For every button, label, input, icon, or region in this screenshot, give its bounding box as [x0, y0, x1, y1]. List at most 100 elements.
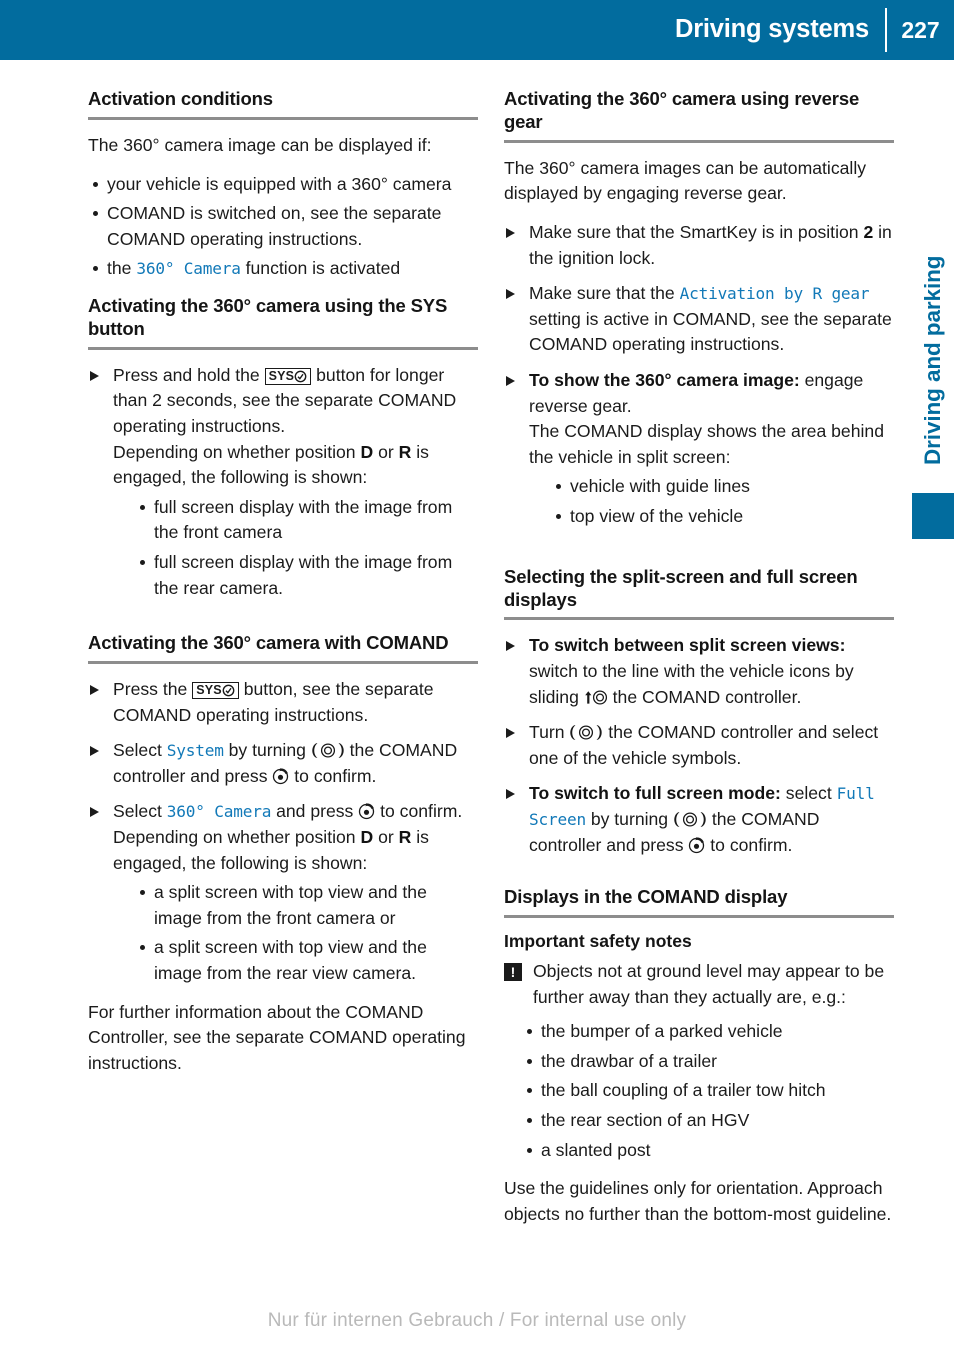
sys-button-steps: Press and hold the SYS button for longer… [88, 363, 478, 601]
list-item: vehicle with guide lines [551, 474, 894, 500]
sys-icon-label: SYS [196, 683, 222, 698]
sys-button-sub-list: full screen display with the image from … [113, 495, 478, 601]
sys-icon-clock-glyph [294, 370, 307, 383]
step-text-d: to confirm. [289, 765, 377, 786]
step-text-b: and press [271, 801, 359, 822]
bullet-text-post: function is activated [240, 258, 401, 279]
activation-conditions-intro: The 360° camera image can be displayed i… [88, 134, 432, 155]
step-item: Make sure that the SmartKey is in positi… [504, 220, 894, 271]
step-text-pre: Press and hold the [113, 364, 265, 385]
footer-watermark: Nur für internen Gebrauch / For internal… [267, 1310, 687, 1331]
step-item: To switch to full screen mode: select Fu… [504, 781, 894, 858]
chapter-side-tab-label: Driving and parking [920, 255, 945, 465]
section-heading-split-full-screen: Selecting the split-screen and full scre… [504, 565, 858, 610]
display-text-system: System [166, 741, 224, 761]
chapter-side-tab-marker [912, 493, 954, 539]
list-item: the ball coupling of a trailer tow hitch [522, 1078, 894, 1104]
slide-controller-icon [584, 690, 607, 705]
display-text-activation-by-r-gear: Activation by R gear [679, 284, 870, 304]
page-header-bar: Driving systems 227 [0, 0, 954, 60]
press-controller-icon [273, 768, 289, 784]
display-text-360-camera: 360° Camera [166, 802, 272, 822]
step-text-c: to confirm. [375, 801, 463, 822]
list-item: the 360° Camera function is activated [88, 256, 478, 282]
list-item: a split screen with top view and the ima… [135, 935, 478, 986]
step-text-pre: Press the [113, 679, 193, 700]
step-item: To switch between split screen views: sw… [504, 633, 894, 710]
step-text-a: Make sure that the SmartKey is in positi… [529, 222, 864, 243]
subheading-safety-notes: Important safety notes [504, 931, 692, 952]
heading-rule [88, 346, 478, 350]
list-item: COMAND is switched on, see the separate … [88, 201, 478, 252]
list-item: the drawbar of a trailer [522, 1049, 894, 1075]
press-controller-icon [359, 803, 375, 820]
reverse-gear-intro: The 360° camera images can be automatica… [504, 157, 867, 204]
step-text-line2: The COMAND display shows the area behind… [529, 421, 884, 467]
gear-position-d: D [360, 441, 374, 462]
section-heading-activation-conditions: Activation conditions [88, 88, 273, 109]
step-label-switch-full-screen: To switch to full screen mode: [529, 783, 781, 804]
step-text-a: select [780, 783, 837, 804]
heading-rule [88, 116, 478, 120]
step-text-a: Select [113, 801, 167, 822]
section-heading-comand-activation: Activating the 360° camera with COMAND [88, 632, 449, 654]
gear-position-d: D [360, 827, 374, 848]
step-item: Make sure that the Activation by R gear … [504, 281, 894, 358]
list-item: a split screen with top view and the ima… [135, 880, 478, 931]
sys-button-icon: SYS [264, 367, 312, 385]
step-item: Press and hold the SYS button for longer… [88, 363, 478, 601]
step-text-line2c: or [373, 441, 399, 462]
list-item: the rear section of an HGV [522, 1108, 894, 1134]
step-item: Select 360° Camera and press to confirm.… [88, 799, 478, 986]
sys-icon-clock-glyph [222, 684, 235, 697]
reverse-gear-steps: Make sure that the SmartKey is in positi… [504, 220, 894, 530]
step-text-line2a: Depending on whether position [113, 441, 361, 462]
step-item: Select System by turning the COMAND cont… [88, 738, 478, 789]
section-heading-reverse-gear: Activating the 360° camera using reverse… [504, 88, 860, 132]
display-text-360-camera: 360° Camera [136, 259, 241, 279]
list-item: your vehicle is equipped with a 360° cam… [88, 172, 478, 198]
safety-note: ! Objects not at ground level may appear … [504, 959, 894, 1010]
step-text-b: the COMAND controller. [607, 686, 802, 707]
split-full-screen-steps: To switch between split screen views: sw… [504, 633, 894, 858]
sys-icon-label: SYS [268, 368, 295, 383]
rotate-controller-icon [674, 812, 706, 827]
page-number: 227 [901, 16, 940, 43]
safety-note-text: Objects not at ground level may appear t… [533, 961, 885, 1007]
step-label-switch-split-views: To switch between split screen views: [529, 635, 846, 656]
step-text-a: Make sure that the [529, 283, 680, 304]
list-item: a slanted post [522, 1138, 894, 1164]
reverse-gear-sub-list: vehicle with guide lines top view of the… [529, 474, 894, 529]
safety-note-closing: Use the guidelines only for orientation.… [504, 1178, 892, 1224]
heading-rule [504, 139, 894, 143]
comand-activation-steps: Press the SYS button, see the separate C… [88, 677, 478, 987]
step-text-a: Turn [529, 722, 570, 743]
warning-icon: ! [504, 963, 522, 982]
comand-controller-note: For further information about the COMAND… [88, 1001, 466, 1073]
step-text-line2a: Depending on whether position [113, 827, 361, 848]
ignition-position: 2 [863, 222, 874, 243]
step-text-line2c: or [373, 827, 399, 848]
heading-rule [504, 617, 894, 621]
step-text-b: setting is active in COMAND, see the sep… [529, 308, 892, 355]
list-item: full screen display with the image from … [135, 495, 478, 546]
left-column: Activation conditions The 360° camera im… [88, 88, 478, 1089]
step-item: To show the 360° camera image: engage re… [504, 368, 894, 530]
rotate-controller-icon [312, 743, 344, 759]
list-item: top view of the vehicle [551, 504, 894, 530]
section-heading-comand-displays: Displays in the COMAND display [504, 886, 788, 908]
right-column: Activating the 360° camera using reverse… [504, 88, 894, 1240]
step-text-b: by turning [585, 809, 673, 830]
heading-rule [88, 661, 478, 665]
step-text-a: Select [113, 740, 167, 761]
activation-conditions-list: your vehicle is equipped with a 360° cam… [88, 172, 478, 282]
gear-position-r: R [398, 827, 412, 848]
rotate-controller-icon [570, 725, 603, 741]
press-controller-icon [689, 836, 705, 853]
page-title: Driving systems [674, 15, 869, 44]
bullet-text-pre: the [107, 258, 137, 279]
safety-note-list: the bumper of a parked vehicle the drawb… [504, 1019, 894, 1163]
